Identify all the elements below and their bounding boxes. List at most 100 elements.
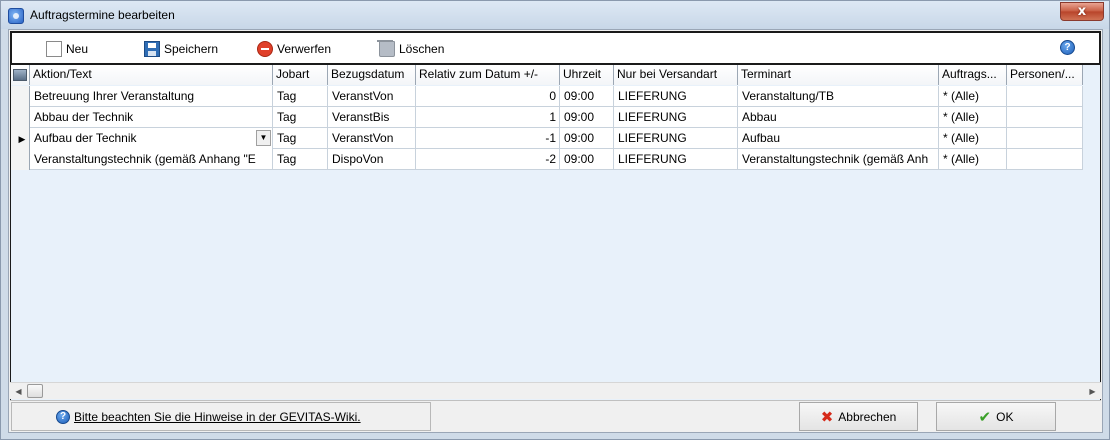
column-header[interactable]: Bezugsdatum [328,65,416,85]
cell-text: Tag [277,89,297,103]
cell-aktion[interactable]: Betreuung Ihrer Veranstaltung [30,86,273,107]
cancel-button[interactable]: ✖ Abbrechen [799,402,918,431]
cell-text: Veranstaltungstechnik (gemäß Anhang "E [34,152,256,166]
cell-versandart[interactable]: LIEFERUNG [614,128,738,149]
ok-label: OK [996,409,1014,424]
discard-button[interactable]: Verwerfen [257,40,331,58]
new-icon [46,41,62,57]
scroll-right-icon[interactable]: ▶ [1084,383,1101,399]
cell-personen[interactable] [1007,128,1083,149]
cell-auftrags[interactable]: * (Alle) [939,128,1007,149]
column-header[interactable]: Auftrags... [939,65,1007,85]
cell-personen[interactable] [1007,86,1083,107]
dropdown-arrow-icon[interactable]: ▼ [256,130,271,146]
cancel-label: Abbrechen [838,409,897,424]
cell-personen[interactable] [1007,107,1083,128]
column-header[interactable]: Terminart [738,65,939,85]
wiki-link[interactable]: Bitte beachten Sie die Hinweise in der G… [74,410,361,424]
cell-text: Tag [277,131,297,145]
cell-terminart[interactable]: Abbau [738,107,939,128]
cell-jobart[interactable]: Tag [273,86,328,107]
table-row[interactable]: Veranstaltungstechnik (gemäß Anhang "E Ta… [11,149,1083,170]
row-header[interactable] [11,86,30,107]
cell-text: Betreuung Ihrer Veranstaltung [34,89,195,103]
column-header[interactable]: Nur bei Versandart [614,65,738,85]
ok-button[interactable]: ✔ OK [936,402,1056,431]
cell-jobart[interactable]: Tag [273,107,328,128]
horizontal-scrollbar[interactable]: ◀ ▶ [10,382,1101,399]
cell-aktion[interactable]: Abbau der Technik [30,107,273,128]
column-header[interactable]: Personen/... [1007,65,1083,85]
dialog-client: Neu Speichern Verwerfen Löschen ? Aktion… [8,29,1103,433]
cell-bezug[interactable]: VeranstVon [328,86,416,107]
footer: ? Bitte beachten Sie die Hinweise in der… [10,400,1101,432]
table-row[interactable]: ▶ Aufbau der Technik ▼ Tag VeranstVon -1 09:00… [11,128,1083,149]
cell-text: VeranstVon [332,89,394,103]
cell-bezug[interactable]: VeranstVon [328,128,416,149]
save-button[interactable]: Speichern [144,40,218,58]
table-row[interactable]: Betreuung Ihrer Veranstaltung Tag VeranstV… [11,86,1083,107]
cell-aktion[interactable]: Aufbau der Technik ▼ [30,128,273,149]
help-icon[interactable]: ? [1060,40,1075,55]
cell-auftrags[interactable]: * (Alle) [939,107,1007,128]
cell-jobart[interactable]: Tag [273,128,328,149]
cell-text: 0 [549,89,556,103]
row-header[interactable] [11,149,30,170]
save-label: Speichern [164,42,219,56]
cell-relativ[interactable]: 0 [416,86,560,107]
table-row[interactable]: Abbau der Technik Tag VeranstBis 1 09:00 LIEF… [11,107,1083,128]
cell-text: * (Alle) [943,110,980,124]
cell-text: Abbau der Technik [34,110,134,124]
cell-text: Aufbau [742,131,781,145]
cell-text: * (Alle) [943,89,980,103]
column-header[interactable]: Jobart [273,65,328,85]
column-header[interactable]: Relativ zum Datum +/- [416,65,560,85]
wiki-help-button[interactable]: ? Bitte beachten Sie die Hinweise in der… [11,402,431,431]
cell-uhrzeit[interactable]: 09:00 [560,128,614,149]
grid-corner[interactable] [11,65,30,85]
cell-text: Tag [277,110,297,124]
close-button[interactable]: x [1060,2,1104,21]
cell-aktion[interactable]: Veranstaltungstechnik (gemäß Anhang "E [30,149,273,170]
cell-uhrzeit[interactable]: 09:00 [560,149,614,170]
help-icon: ? [56,409,70,424]
cell-text: VeranstBis [332,110,390,124]
cell-versandart[interactable]: LIEFERUNG [614,149,738,170]
cell-relativ[interactable]: -2 [416,149,560,170]
cell-personen[interactable] [1007,149,1083,170]
window-title: Auftragstermine bearbeiten [30,8,175,22]
appointments-grid: Aktion/Text Jobart Bezugsdatum Relativ z… [10,65,1101,400]
cell-terminart[interactable]: Veranstaltung/TB [738,86,939,107]
scroll-thumb[interactable] [27,384,43,398]
cell-text: Veranstaltungstechnik (gemäß Anh [742,152,929,166]
cell-terminart[interactable]: Veranstaltungstechnik (gemäß Anh [738,149,939,170]
dialog-window: Auftragstermine bearbeiten x Neu Speiche… [0,0,1110,440]
cell-text: LIEFERUNG [618,152,687,166]
cell-versandart[interactable]: LIEFERUNG [614,86,738,107]
column-header[interactable]: Uhrzeit [560,65,614,85]
cell-text: 09:00 [564,131,595,145]
cell-terminart[interactable]: Aufbau [738,128,939,149]
discard-icon [257,41,273,57]
column-header[interactable]: Aktion/Text [30,65,273,85]
row-header[interactable]: ▶ [11,128,30,149]
scroll-left-icon[interactable]: ◀ [10,383,27,399]
cell-text: * (Alle) [943,152,980,166]
cell-bezug[interactable]: VeranstBis [328,107,416,128]
cell-bezug[interactable]: DispoVon [328,149,416,170]
cancel-icon: ✖ [820,407,834,426]
cell-jobart[interactable]: Tag [273,149,328,170]
grid-header: Aktion/Text Jobart Bezugsdatum Relativ z… [11,65,1083,85]
row-header[interactable] [11,107,30,128]
save-icon [144,41,160,57]
cell-uhrzeit[interactable]: 09:00 [560,86,614,107]
cell-relativ[interactable]: -1 [416,128,560,149]
cell-auftrags[interactable]: * (Alle) [939,86,1007,107]
delete-button[interactable]: Löschen [377,40,444,58]
new-button[interactable]: Neu [46,40,88,58]
cell-uhrzeit[interactable]: 09:00 [560,107,614,128]
cell-relativ[interactable]: 1 [416,107,560,128]
cell-versandart[interactable]: LIEFERUNG [614,107,738,128]
title-bar: Auftragstermine bearbeiten x [1,1,1109,29]
cell-auftrags[interactable]: * (Alle) [939,149,1007,170]
